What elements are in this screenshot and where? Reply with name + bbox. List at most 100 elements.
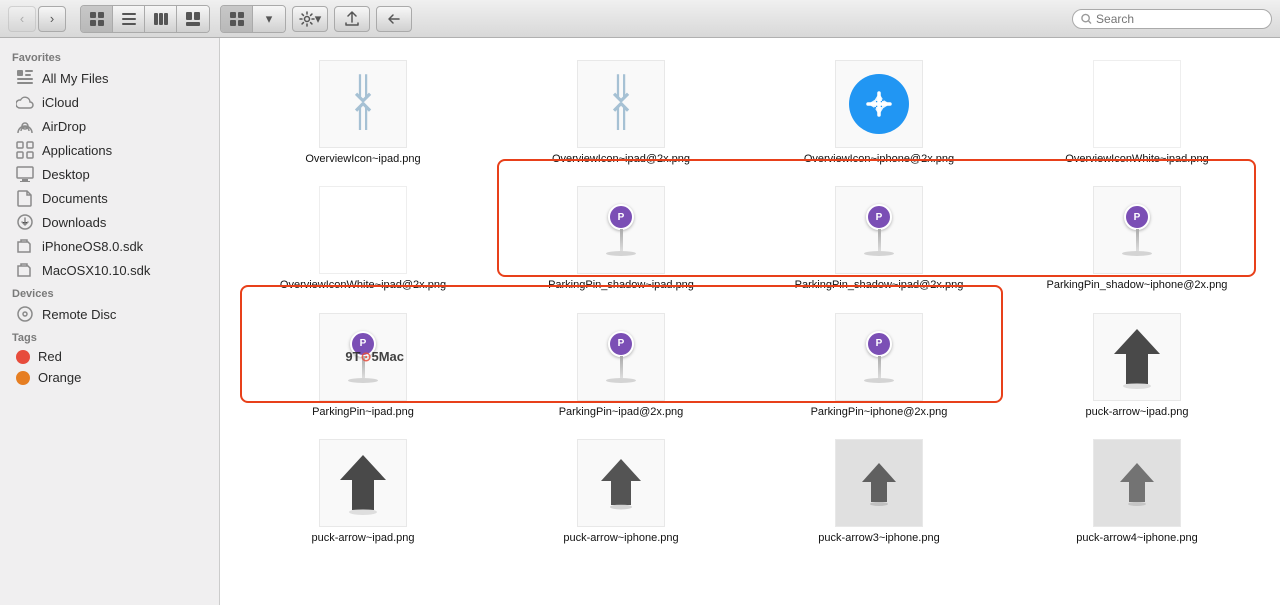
iphoneos-label: iPhoneOS8.0.sdk [42,239,143,254]
file-item-f15[interactable]: puck-arrow3~iphone.png [752,433,1006,551]
file-item-f10[interactable]: P ParkingPin~ipad@2x.png [494,307,748,425]
file-item-f4[interactable]: OverviewIconWhite~ipad.png [1010,54,1264,172]
applications-icon [16,141,34,159]
search-input[interactable] [1096,12,1263,26]
file-label-f5: OverviewIconWhite~ipad@2x.png [280,278,446,292]
file-thumb-f7: P [835,186,923,274]
red-label: Red [38,349,62,364]
file-thumb-f13 [319,439,407,527]
airdrop-label: AirDrop [42,119,86,134]
file-thumb-f6: P [577,186,665,274]
all-my-files-label: All My Files [42,71,108,86]
file-item-f14[interactable]: puck-arrow~iphone.png [494,433,748,551]
file-thumb-f8: P [1093,186,1181,274]
main-area: Favorites All My Files iCloud AirDrop Ap… [0,38,1280,605]
file-item-f3[interactable]: OverviewIcon~iphone@2x.png [752,54,1006,172]
iphoneos-icon [16,237,34,255]
sidebar-item-desktop[interactable]: Desktop [4,162,215,186]
cover-view-button[interactable] [177,6,209,32]
file-label-f13: puck-arrow~ipad.png [311,531,414,545]
file-label-f8: ParkingPin_shadow~iphone@2x.png [1047,278,1228,292]
file-label-f4: OverviewIconWhite~ipad.png [1065,152,1208,166]
sidebar-item-macosx[interactable]: MacOSX10.10.sdk [4,258,215,282]
file-label-f12: puck-arrow~ipad.png [1085,405,1188,419]
nav-back-button[interactable] [376,6,412,32]
back-button[interactable]: ‹ [8,6,36,32]
grid-view-button[interactable] [221,6,253,32]
file-item-f12[interactable]: puck-arrow~ipad.png [1010,307,1264,425]
desktop-label: Desktop [42,167,90,182]
file-label-f1: OverviewIcon~ipad.png [305,152,420,166]
file-item-f6[interactable]: P ParkingPin_shadow~ipad.png [494,180,748,298]
disc-icon [16,305,34,323]
sidebar-item-red[interactable]: Red [4,346,215,367]
sidebar-item-applications[interactable]: Applications [4,138,215,162]
file-label-f9: ParkingPin~ipad.png [312,405,414,419]
sidebar-item-remote-disc[interactable]: Remote Disc [4,302,215,326]
forward-button[interactable]: › [38,6,66,32]
content-area: ⇓ ⇑ OverviewIcon~ipad.png ⇓ ⇑ OverviewIc… [220,38,1280,605]
file-item-f5[interactable]: OverviewIconWhite~ipad@2x.png [236,180,490,298]
devices-header: Devices [0,282,219,302]
airdrop-icon [16,117,34,135]
file-thumb-f5 [319,186,407,274]
file-grid: ⇓ ⇑ OverviewIcon~ipad.png ⇓ ⇑ OverviewIc… [236,54,1264,551]
search-icon [1081,13,1092,25]
sidebar-item-iphoneos[interactable]: iPhoneOS8.0.sdk [4,234,215,258]
list-view-button[interactable] [113,6,145,32]
view-dropdown-button[interactable]: ▾ [253,6,285,32]
sidebar-item-orange[interactable]: Orange [4,367,215,388]
sidebar-item-icloud[interactable]: iCloud [4,90,215,114]
file-item-f9[interactable]: P 9T⊙5Mac ParkingPin~ipad.png [236,307,490,425]
downloads-icon [16,213,34,231]
file-item-f11[interactable]: P ParkingPin~iphone@2x.png [752,307,1006,425]
file-item-f7[interactable]: P ParkingPin_shadow~ipad@2x.png [752,180,1006,298]
sidebar-item-documents[interactable]: Documents [4,186,215,210]
red-tag-dot [16,350,30,364]
toolbar: ‹ › [0,0,1280,38]
file-label-f16: puck-arrow4~iphone.png [1076,531,1197,545]
file-label-f3: OverviewIcon~iphone@2x.png [804,152,954,166]
file-label-f14: puck-arrow~iphone.png [563,531,678,545]
icon-view-button[interactable] [81,6,113,32]
file-label-f10: ParkingPin~ipad@2x.png [559,405,684,419]
share-button[interactable] [334,6,370,32]
orange-tag-dot [16,371,30,385]
file-item-f1[interactable]: ⇓ ⇑ OverviewIcon~ipad.png [236,54,490,172]
remote-disc-label: Remote Disc [42,307,116,322]
search-box[interactable] [1072,9,1272,29]
sidebar: Favorites All My Files iCloud AirDrop Ap… [0,38,220,605]
downloads-label: Downloads [42,215,106,230]
applications-label: Applications [42,143,112,158]
file-thumb-f12 [1093,313,1181,401]
file-label-f2: OverviewIcon~ipad@2x.png [552,152,690,166]
file-item-f8[interactable]: P ParkingPin_shadow~iphone@2x.png [1010,180,1264,298]
file-label-f15: puck-arrow3~iphone.png [818,531,939,545]
gear-button[interactable]: ▾ [292,6,328,32]
file-label-f7: ParkingPin_shadow~ipad@2x.png [795,278,964,292]
column-view-button[interactable] [145,6,177,32]
content-grid-wrapper: ⇓ ⇑ OverviewIcon~ipad.png ⇓ ⇑ OverviewIc… [236,54,1264,551]
documents-icon [16,189,34,207]
file-thumb-f4 [1093,60,1181,148]
file-thumb-f11: P [835,313,923,401]
file-label-f11: ParkingPin~iphone@2x.png [811,405,948,419]
file-thumb-f1: ⇓ ⇑ [319,60,407,148]
file-item-f2[interactable]: ⇓ ⇑ OverviewIcon~ipad@2x.png [494,54,748,172]
file-label-f6: ParkingPin_shadow~ipad.png [548,278,694,292]
file-thumb-f15 [835,439,923,527]
file-item-f16[interactable]: puck-arrow4~iphone.png [1010,433,1264,551]
file-thumb-f16 [1093,439,1181,527]
sidebar-item-downloads[interactable]: Downloads [4,210,215,234]
icloud-label: iCloud [42,95,79,110]
file-thumb-f2: ⇓ ⇑ [577,60,665,148]
sidebar-item-airdrop[interactable]: AirDrop [4,114,215,138]
all-my-files-icon [16,69,34,87]
file-thumb-f10: P [577,313,665,401]
nav-buttons: ‹ › [8,6,66,32]
favorites-header: Favorites [0,46,219,66]
sidebar-item-all-my-files[interactable]: All My Files [4,66,215,90]
file-item-f13[interactable]: puck-arrow~ipad.png [236,433,490,551]
tags-header: Tags [0,326,219,346]
orange-label: Orange [38,370,81,385]
